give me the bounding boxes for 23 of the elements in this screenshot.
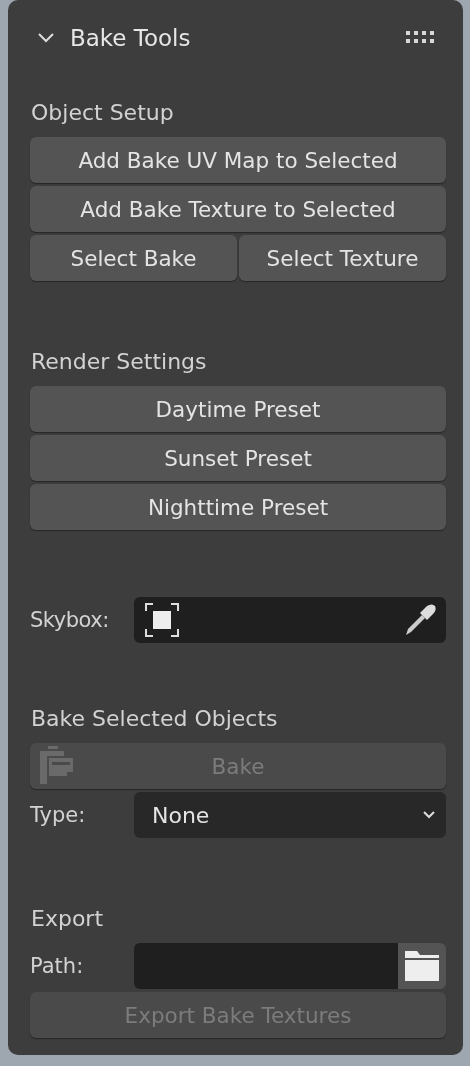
section-heading: Object Setup <box>31 99 175 127</box>
section-heading: Bake Selected Objects <box>31 705 279 733</box>
color-field[interactable] <box>134 597 446 643</box>
object-picker-icon <box>144 602 180 638</box>
folder-icon <box>404 950 440 982</box>
action-button[interactable]: Select Texture <box>239 235 446 281</box>
path-input[interactable] <box>134 943 398 989</box>
field-label: Skybox: <box>30 608 110 632</box>
field-label: Type: <box>30 803 87 827</box>
action-button[interactable]: Sunset Preset <box>30 435 446 481</box>
action-button[interactable]: Daytime Preset <box>30 386 446 432</box>
type-dropdown[interactable]: None <box>134 792 446 838</box>
section-heading: Export <box>31 905 104 933</box>
action-button[interactable]: Select Bake <box>30 235 237 281</box>
field-label: Path: <box>30 954 85 978</box>
caret-icon <box>422 810 436 820</box>
panel-header-toggle[interactable]: Bake Tools <box>30 25 191 51</box>
action-button[interactable]: Add Bake UV Map to Selected <box>30 137 446 183</box>
browse-button[interactable] <box>398 943 446 989</box>
section-heading: Render Settings <box>31 348 208 376</box>
drag-handle-icon[interactable] <box>406 31 436 45</box>
action-button[interactable]: Add Bake Texture to Selected <box>30 186 446 232</box>
action-button[interactable]: Nighttime Preset <box>30 484 446 530</box>
